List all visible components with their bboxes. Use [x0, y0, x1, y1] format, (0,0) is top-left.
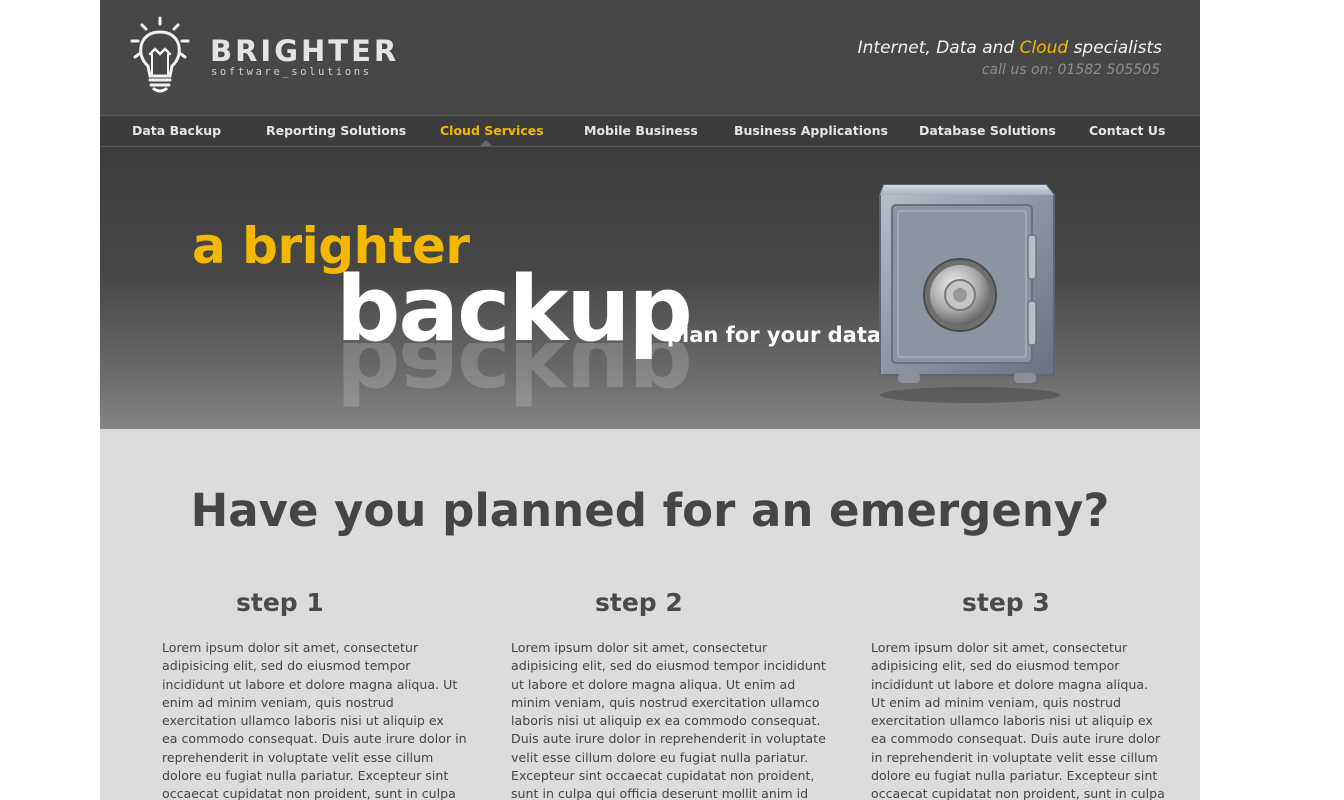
site-header: BRIGHTER software_solutions Internet, Da… — [100, 0, 1200, 115]
step-2-line: velit esse cillum dolore eu fugiat nulla… — [511, 749, 809, 765]
nav-item-database-solutions[interactable]: Database Solutions — [919, 123, 1056, 138]
nav-item-cloud-services[interactable]: Cloud Services — [440, 123, 544, 138]
step-1-line: occaecat cupidatat non proident, sunt in… — [162, 786, 456, 800]
header-phone: call us on: 01582 505505 — [981, 62, 1160, 78]
header-tagline: Internet, Data and Cloud specialists — [858, 38, 1162, 58]
page: BRIGHTER software_solutions Internet, Da… — [100, 0, 1200, 800]
step-2-body: Lorem ipsum dolor sit amet, consectetur … — [511, 639, 826, 800]
step-3-line: ea commodo consequat. Duis aute irure do… — [871, 731, 1161, 747]
hero-suffix: plan for your data — [667, 323, 882, 347]
step-3-line: dolore eu fugiat nulla pariatur. Excepte… — [871, 768, 1158, 784]
nav-item-business-applications[interactable]: Business Applications — [734, 123, 888, 138]
nav-item-contact-us[interactable]: Contact Us — [1089, 123, 1165, 138]
step-1-line: exercitation ullamco laboris nisi ut ali… — [162, 713, 444, 729]
nav-item-reporting-solutions[interactable]: Reporting Solutions — [266, 123, 406, 138]
step-3-line: Ut enim ad minim veniam, quis nostrud — [871, 694, 1121, 710]
step-3-line: incididunt ut labore et dolore magna ali… — [871, 676, 1149, 692]
step-1-body: Lorem ipsum dolor sit amet, consectetur … — [162, 639, 467, 800]
lightbulb-icon[interactable] — [128, 16, 192, 94]
step-1-line: adipisicing elit, sed do eiusmod tempor — [162, 658, 411, 674]
step-1-line: dolore eu fugiat nulla pariatur. Excepte… — [162, 768, 449, 784]
brand-subtitle: software_solutions — [211, 66, 372, 78]
tagline-before: Internet, Data and — [857, 38, 1020, 58]
step-2-title: step 2 — [595, 588, 683, 617]
safe-icon — [879, 184, 1060, 403]
nav-item-data-backup[interactable]: Data Backup — [132, 123, 221, 138]
hero-word: backup — [336, 257, 693, 362]
tagline-after: specialists — [1068, 38, 1162, 58]
brand-name[interactable]: BRIGHTER — [210, 34, 399, 68]
step-1-title: step 1 — [236, 588, 324, 617]
page-headline: Have you planned for an emergeny? — [190, 484, 1110, 537]
step-2-line: Lorem ipsum dolor sit amet, consectetur — [511, 640, 768, 655]
active-nav-indicator — [480, 140, 492, 146]
step-3-line: exercitation ullamco laboris nisi ut ali… — [871, 713, 1153, 729]
step-1-line: ea commodo consequat. Duis aute irure do… — [162, 731, 467, 747]
step-2-line: laboris nisi ut aliquip ex ea commodo co… — [511, 713, 821, 729]
step-2-line: ut labore et dolore magna aliqua. Ut eni… — [511, 676, 796, 692]
hero-banner: a brighter backup backup plan for your d… — [100, 147, 1200, 429]
tagline-accent: Cloud — [1019, 38, 1069, 58]
step-3-line: adipisicing elit, sed do eiusmod tempor — [871, 658, 1120, 674]
step-2-line: sunt in culpa qui officia deserunt molli… — [511, 786, 809, 800]
step-1-line: incididunt ut labore et dolore magna ali… — [162, 676, 458, 692]
main-nav: Data Backup Reporting Solutions Cloud Se… — [100, 115, 1200, 147]
step-3-line: occaecat cupidatat non proident, sunt in… — [871, 786, 1165, 800]
step-1-line: enim ad minim veniam, quis nostrud — [162, 694, 394, 710]
step-2-line: Duis aute irure dolor in reprehenderit i… — [511, 731, 826, 747]
nav-item-mobile-business[interactable]: Mobile Business — [584, 123, 698, 138]
step-1-line: reprehenderit in voluptate velit esse ci… — [162, 749, 434, 765]
step-2-line: Excepteur sint occaecat cupidatat non pr… — [511, 768, 815, 784]
step-2-line: minim veniam, quis nostrud exercitation … — [511, 694, 820, 710]
step-3-line: in reprehenderit in voluptate velit esse… — [871, 749, 1158, 765]
step-3-body: Lorem ipsum dolor sit amet, consectetur … — [871, 639, 1165, 800]
step-1-line: Lorem ipsum dolor sit amet, consectetur — [162, 640, 419, 655]
step-2-line: adipisicing elit, sed do eiusmod tempor … — [511, 658, 826, 674]
step-3-line: Lorem ipsum dolor sit amet, consectetur — [871, 640, 1128, 655]
step-3-title: step 3 — [962, 588, 1050, 617]
